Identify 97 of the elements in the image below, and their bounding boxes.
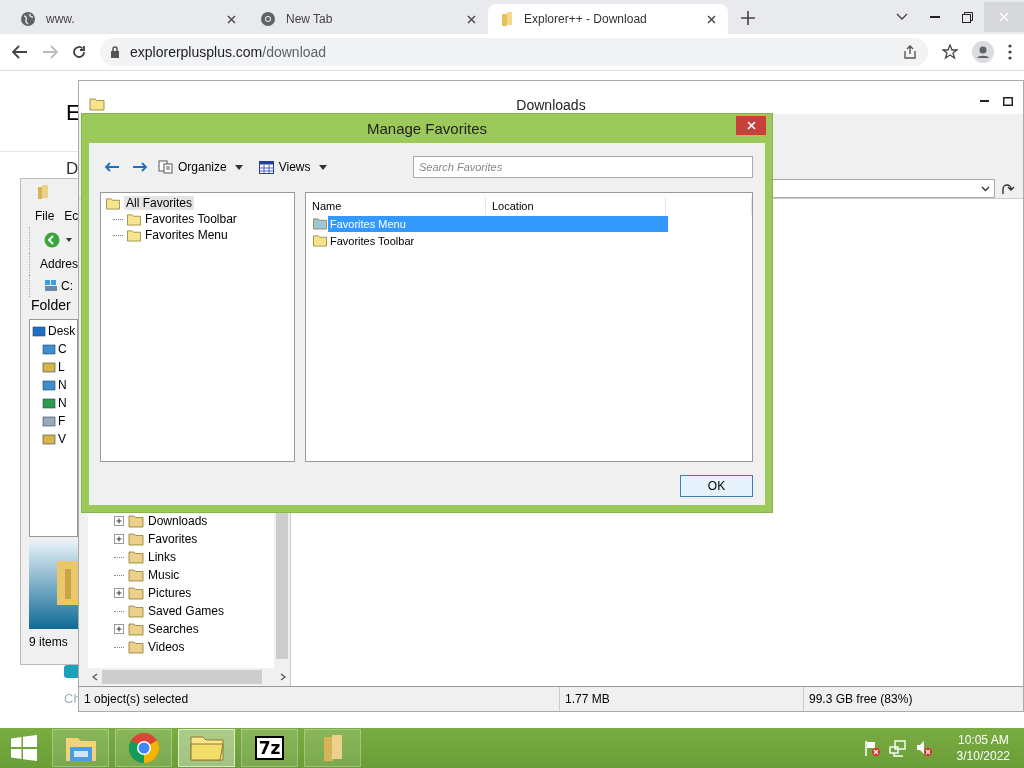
tree-item[interactable]: N: [58, 396, 67, 410]
tree-item[interactable]: Pictures: [148, 586, 192, 600]
status-text: 1.77 MB: [559, 687, 803, 711]
tree-item[interactable]: Videos: [148, 640, 185, 654]
close-icon[interactable]: [467, 14, 476, 24]
status-text: 1 object(s) selected: [83, 691, 190, 708]
scroll-left-icon[interactable]: [92, 673, 98, 681]
caret-icon[interactable]: [318, 164, 327, 170]
folder-icon: [128, 549, 144, 565]
tree-item[interactable]: Searches: [148, 622, 199, 636]
caret-icon[interactable]: [66, 238, 72, 242]
windows-icon[interactable]: [11, 735, 37, 761]
browser-tab[interactable]: www.: [8, 4, 248, 34]
folder-icon: [128, 621, 144, 637]
drive-icon: [44, 279, 58, 293]
tree-item[interactable]: Music: [148, 568, 180, 582]
tree-item[interactable]: Favorites Toolbar: [145, 212, 237, 226]
restore-icon[interactable]: [962, 11, 973, 23]
tree-item[interactable]: N: [58, 378, 67, 392]
grid-icon[interactable]: [258, 160, 274, 174]
folder-icon: [37, 184, 49, 200]
folder-icon: [188, 734, 225, 762]
close-icon[interactable]: [227, 14, 236, 24]
folder-icon: [89, 97, 105, 111]
taskbar-button[interactable]: [178, 729, 235, 767]
folders-label: Folder: [31, 297, 71, 313]
back-icon[interactable]: [12, 45, 28, 59]
search-field[interactable]: Search Favorites: [413, 156, 753, 178]
folder-icon: [128, 639, 144, 655]
go-icon[interactable]: [1001, 181, 1015, 196]
close-icon[interactable]: [707, 14, 716, 24]
expand-icon[interactable]: [114, 588, 124, 598]
folder-icon: [312, 234, 328, 247]
tree-item[interactable]: C: [58, 342, 67, 356]
new-tab-icon[interactable]: [738, 8, 758, 28]
globe-icon: [20, 11, 36, 27]
caret-icon[interactable]: [234, 164, 243, 170]
dialog-title: Manage Favorites: [366, 120, 488, 137]
browser-tab[interactable]: Explorer++ - Download: [488, 4, 728, 34]
window-title: Downloads: [516, 97, 586, 113]
tree-item[interactable]: Saved Games: [148, 604, 225, 618]
views-button[interactable]: Views: [254, 156, 315, 178]
drive-label[interactable]: C:: [61, 279, 73, 293]
chrome-icon: [260, 11, 276, 27]
forward-arrow-icon[interactable]: [132, 162, 148, 172]
folder-icon: [105, 196, 121, 210]
documents-icon[interactable]: [158, 160, 173, 174]
maximize-icon[interactable]: [1003, 96, 1013, 106]
close-button[interactable]: [736, 116, 766, 135]
page-subheading: D: [66, 160, 79, 178]
menu-icon[interactable]: [1008, 44, 1012, 60]
menu-item[interactable]: Ec: [64, 209, 78, 223]
speaker-icon[interactable]: [914, 739, 933, 757]
horizontal-scrollbar[interactable]: [88, 668, 290, 686]
tree-item[interactable]: F: [58, 414, 66, 428]
tree-item[interactable]: Links: [148, 550, 176, 564]
address-bar[interactable]: explorerplusplus.com/download: [100, 38, 928, 66]
expand-icon[interactable]: [114, 534, 124, 544]
profile-icon[interactable]: [972, 41, 994, 63]
reload-icon[interactable]: [72, 45, 86, 59]
tree-item[interactable]: Favorites Menu: [145, 228, 228, 242]
archiver-icon: 7z: [254, 736, 285, 760]
folder-icon: [126, 228, 142, 242]
browser-tab[interactable]: New Tab: [248, 4, 488, 34]
address-label: Addres: [40, 257, 78, 271]
organize-button[interactable]: Organize: [154, 156, 231, 178]
folder-icon: [500, 11, 514, 27]
column-header[interactable]: Name: [306, 197, 486, 215]
scroll-right-icon[interactable]: [280, 673, 286, 681]
expand-icon[interactable]: [114, 624, 124, 634]
list-row[interactable]: Favorites Toolbar: [328, 232, 668, 249]
dropdown-icon[interactable]: [981, 185, 990, 192]
folder-icon: [126, 212, 142, 226]
folder-icon: [128, 603, 144, 619]
back-arrow-icon[interactable]: [104, 162, 120, 172]
taskbar-button[interactable]: [115, 729, 172, 767]
ok-button[interactable]: OK: [680, 475, 753, 497]
column-header[interactable]: Location: [486, 197, 666, 215]
menu-item[interactable]: File: [35, 209, 55, 223]
chrome-icon: [127, 732, 160, 764]
tree-item[interactable]: Downloads: [148, 514, 208, 528]
status-text: 99.3 GB free (83%): [803, 687, 1023, 711]
expand-icon[interactable]: [114, 516, 124, 526]
folder-icon: [128, 567, 144, 583]
taskbar-button[interactable]: 7z: [241, 729, 298, 767]
folder-icon: [312, 217, 328, 230]
tree-item[interactable]: Desk: [48, 324, 76, 338]
tree-item[interactable]: Favorites: [148, 532, 198, 546]
chevron-icon[interactable]: [896, 13, 908, 21]
folder-icon: [128, 531, 144, 547]
tree-item[interactable]: L: [58, 360, 65, 374]
status-text: 9 items: [29, 635, 68, 649]
star-icon[interactable]: [942, 44, 958, 60]
folder-icon: [128, 585, 144, 601]
tree-item[interactable]: V: [58, 432, 66, 446]
flag-icon[interactable]: [862, 739, 881, 757]
tree-item[interactable]: All Favorites: [124, 196, 195, 210]
